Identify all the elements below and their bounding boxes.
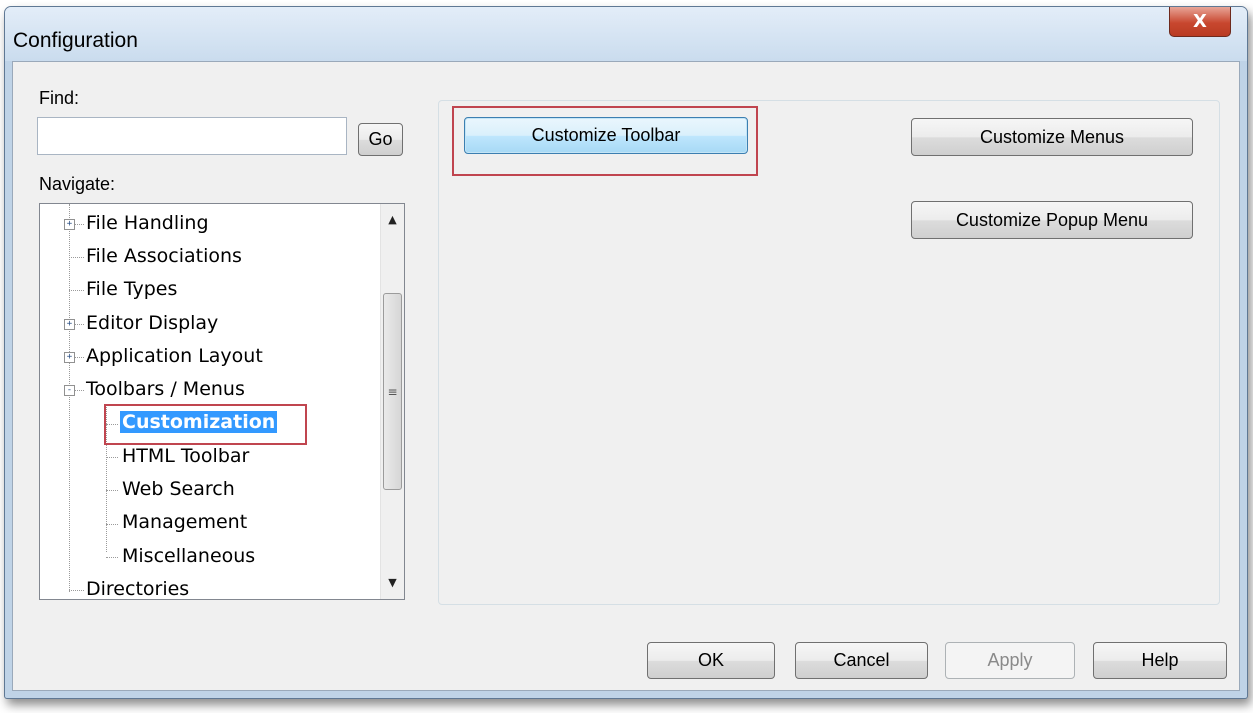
tree-item-management[interactable]: Management [122,511,247,533]
tree-item-directories[interactable]: Directories [86,578,189,599]
tree-item-file-handling[interactable]: File Handling [86,212,209,234]
find-label: Find: [39,88,80,108]
help-button[interactable]: Help [1093,642,1227,679]
help-button-label: Help [1141,650,1179,670]
tree-connector [106,524,118,525]
tree-connector [74,357,84,358]
tree-item-html-toolbar[interactable]: HTML Toolbar [122,445,249,467]
collapse-icon[interactable]: - [64,385,75,396]
expand-icon[interactable]: + [64,319,75,330]
tree-connector [69,590,84,591]
scroll-thumb[interactable]: ≡ [383,293,402,490]
scroll-up-arrow-icon[interactable]: ▲ [381,208,404,230]
ok-button[interactable]: OK [647,642,775,679]
tree-connector [69,290,84,291]
tree-item-application-layout[interactable]: Application Layout [86,345,263,367]
tree-connector [106,490,118,491]
scroll-down-arrow-icon[interactable]: ▼ [381,571,404,593]
navigate-tree[interactable]: + File Handling File Associations File T… [39,203,405,600]
apply-button-label: Apply [987,650,1033,670]
cancel-button-label: Cancel [833,650,890,670]
expand-icon[interactable]: + [64,352,75,363]
tree-item-file-associations[interactable]: File Associations [86,245,242,267]
tree-item-file-types[interactable]: File Types [86,278,177,300]
tree-item-web-search[interactable]: Web Search [122,478,235,500]
close-button[interactable]: X [1169,7,1231,37]
customize-menus-label: Customize Menus [979,126,1125,147]
customize-popup-menu-label: Customize Popup Menu [955,209,1149,230]
close-icon: X [1193,11,1207,32]
apply-button: Apply [945,642,1075,679]
title-bar[interactable]: Configuration X [5,7,1247,61]
configuration-dialog: Configuration X Find: Go Navigate: + Fil… [4,6,1248,699]
grip-icon: ≡ [387,384,398,399]
cancel-button[interactable]: Cancel [795,642,928,679]
customize-popup-menu-button[interactable]: Customize Popup Menu [911,201,1193,239]
tree-connector-root [69,204,70,592]
tree-connector [74,324,84,325]
tree-connector [106,557,118,558]
customize-toolbar-highlight-box [452,106,758,176]
tree-item-editor-display[interactable]: Editor Display [86,312,218,334]
tree-item-miscellaneous[interactable]: Miscellaneous [122,545,255,567]
tree-item-toolbars-menus[interactable]: Toolbars / Menus [86,378,245,400]
go-button-label: Go [368,129,393,149]
go-button[interactable]: Go [358,123,403,156]
customization-highlight-box [104,404,307,445]
tree-connector [69,257,84,258]
ok-button-label: OK [697,650,724,670]
tree-connector [74,224,84,225]
find-input[interactable] [37,117,347,155]
window-title: Configuration [13,29,138,52]
tree-connector [74,390,84,391]
expand-icon[interactable]: + [64,219,75,230]
tree-scrollbar[interactable]: ▲ ≡ ▼ [380,204,404,599]
navigate-label: Navigate: [39,174,116,194]
customize-menus-button[interactable]: Customize Menus [911,118,1193,156]
tree-connector [106,457,118,458]
dialog-body: Find: Go Navigate: + File Handling File … [12,61,1240,691]
